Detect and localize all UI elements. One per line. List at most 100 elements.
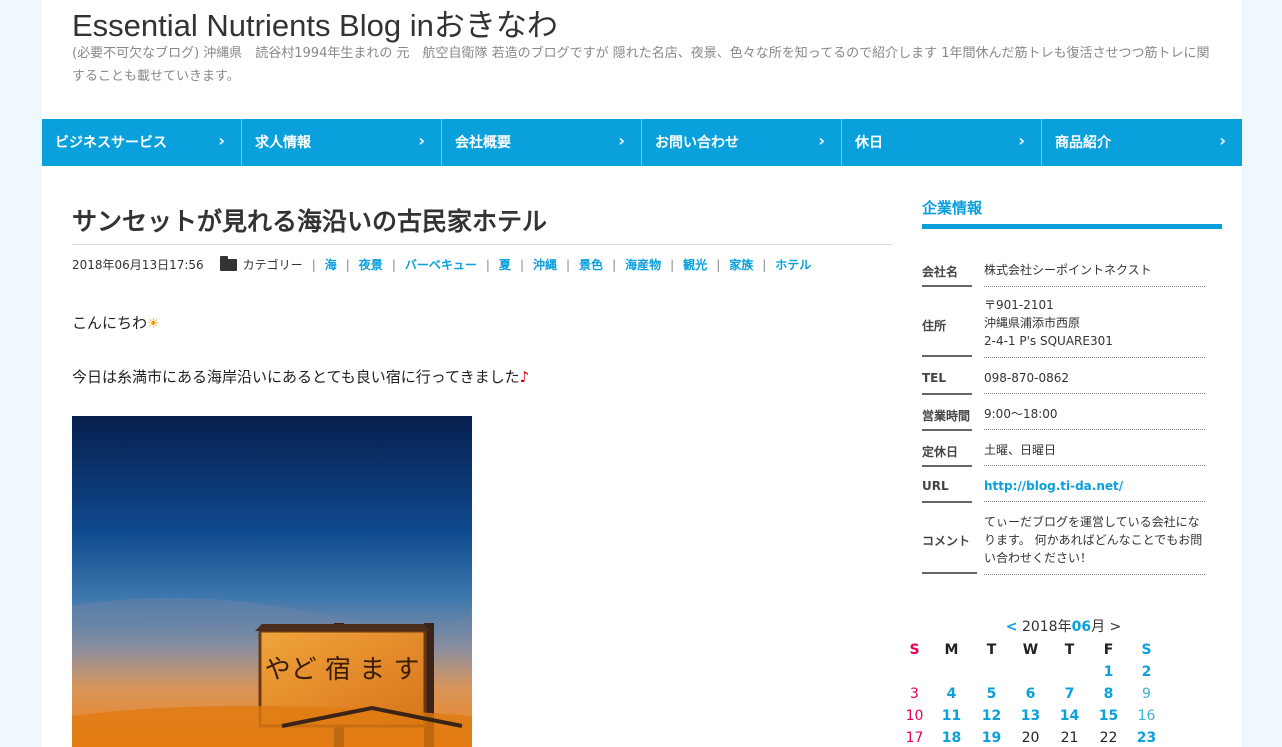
category-link[interactable]: ホテル	[775, 256, 811, 273]
nav-item-contact[interactable]: お問い合わせ ›	[642, 119, 842, 166]
calendar-day: 17	[905, 730, 924, 746]
calendar-day-link[interactable]: 15	[1089, 708, 1128, 724]
calendar-day-link[interactable]: 19	[972, 730, 1011, 746]
info-value: 098-870-0862	[984, 369, 1205, 394]
calendar-day-link[interactable]: 2	[1127, 664, 1166, 680]
calendar-day: 10	[905, 708, 924, 724]
category-link[interactable]: 海	[325, 256, 337, 273]
calendar-day-link[interactable]: 13	[1011, 708, 1050, 724]
info-label: TEL	[922, 371, 972, 395]
info-value: 〒901-2101 沖縄県浦添市西原 2-4-1 P's SQUARE301	[984, 296, 1205, 358]
category-label: カテゴリー	[242, 258, 303, 272]
sunset-hotel-image: やど 宿 ま す	[72, 416, 472, 747]
calendar-header: < 2018年06月 >	[922, 616, 1205, 636]
calendar-day-link[interactable]: 1	[1089, 664, 1128, 680]
chevron-right-icon: ›	[218, 131, 225, 150]
calendar-day-link[interactable]: 4	[932, 686, 971, 702]
calendar-day-link[interactable]: 6	[1011, 686, 1050, 702]
nav-item-label: 休日	[855, 135, 883, 151]
separator: |	[485, 257, 490, 272]
separator: |	[716, 257, 721, 272]
calendar-next-button[interactable]: >	[1110, 619, 1122, 635]
nav-item-label: 求人情報	[255, 135, 311, 151]
category-link[interactable]: 夜景	[359, 256, 383, 273]
calendar-day: 9	[1142, 686, 1151, 702]
info-value: てぃーだブログを運営している会社になります。 何かあればどんなことでもお問い合わ…	[984, 513, 1205, 575]
calendar-month-suffix: 月	[1091, 619, 1106, 635]
photo-sign-text: やど 宿 ま す	[265, 655, 420, 685]
paragraph-text: こんにちわ	[72, 314, 148, 332]
category-link[interactable]: 夏	[499, 256, 511, 273]
chevron-right-icon: ›	[418, 131, 425, 150]
separator: |	[391, 257, 396, 272]
category-link[interactable]: 沖縄	[533, 256, 557, 273]
calendar-month: 06	[1071, 619, 1092, 635]
calendar-weekday: S	[909, 642, 920, 658]
separator: |	[762, 257, 767, 272]
calendar-prev-button[interactable]: <	[1006, 619, 1018, 635]
post-paragraph: 今日は糸満市にある海岸沿いにあるとても良い宿に行ってきました♪	[72, 366, 529, 387]
url-link[interactable]: http://blog.ti-da.net/	[984, 477, 1205, 502]
folder-icon	[219, 255, 237, 271]
category-link[interactable]: バーベキュー	[405, 256, 477, 273]
calendar-day-link[interactable]: 18	[932, 730, 971, 746]
calendar-day-link[interactable]: 12	[972, 708, 1011, 724]
music-note-icon: ♪	[519, 368, 530, 386]
separator: |	[311, 257, 316, 272]
calendar-day: 20	[1021, 730, 1040, 746]
nav-item-jobs[interactable]: 求人情報 ›	[242, 119, 442, 166]
title-divider	[72, 244, 892, 245]
info-label: URL	[922, 479, 972, 503]
nav-item-products[interactable]: 商品紹介 ›	[1042, 119, 1242, 166]
nav-item-label: 商品紹介	[1055, 135, 1111, 151]
calendar-day-link[interactable]: 5	[972, 686, 1011, 702]
calendar-day: 16	[1137, 708, 1156, 724]
site-title[interactable]: Essential Nutrients Blog inおきなわ	[72, 0, 558, 45]
info-label: コメント	[922, 532, 977, 574]
calendar-weekday: W	[1022, 642, 1039, 658]
separator: |	[345, 257, 350, 272]
calendar-day: 22	[1099, 730, 1118, 746]
calendar-day-link[interactable]: 14	[1050, 708, 1089, 724]
calendar-weekday: S	[1141, 642, 1152, 658]
category-link[interactable]: 観光	[683, 256, 707, 273]
info-label: 会社名	[922, 263, 972, 287]
nav-item-label: お問い合わせ	[655, 135, 739, 151]
sun-icon: ☀	[147, 316, 160, 332]
sidebar-title: 企業情報	[922, 199, 983, 217]
calendar-year: 2018年	[1021, 619, 1072, 635]
category-link[interactable]: 景色	[579, 256, 603, 273]
chevron-right-icon: ›	[618, 131, 625, 150]
separator: |	[670, 257, 675, 272]
info-label: 住所	[922, 317, 972, 357]
info-value: 株式会社シーポイントネクスト	[984, 261, 1205, 287]
calendar-day-link[interactable]: 8	[1089, 686, 1128, 702]
calendar-day-link[interactable]: 23	[1127, 730, 1166, 746]
post-title[interactable]: サンセットが見れる海沿いの古民家ホテル	[72, 202, 547, 238]
nav-item-holiday[interactable]: 休日 ›	[842, 119, 1042, 166]
page-container: Essential Nutrients Blog inおきなわ (必要不可欠なブ…	[42, 0, 1242, 747]
chevron-right-icon: ›	[818, 131, 825, 150]
paragraph-text: 今日は糸満市にある海岸沿いにあるとても良い宿に行ってきました	[72, 368, 520, 386]
calendar-day-link[interactable]: 7	[1050, 686, 1089, 702]
category-link[interactable]: 家族	[729, 256, 753, 273]
info-label: 営業時間	[922, 407, 972, 431]
nav-item-label: 会社概要	[455, 135, 511, 151]
calendar-day: 3	[910, 686, 919, 702]
separator: |	[566, 257, 571, 272]
calendar-weekday: M	[944, 642, 959, 658]
separator: |	[519, 257, 524, 272]
nav-item-company[interactable]: 会社概要 ›	[442, 119, 642, 166]
category-link[interactable]: 海産物	[625, 256, 661, 273]
info-label: 定休日	[922, 443, 972, 467]
calendar-weekday: T	[1064, 642, 1075, 658]
sidebar-title-bar	[922, 224, 1222, 229]
post-photo[interactable]: やど 宿 ま す	[72, 416, 472, 747]
post-meta: 2018年06月13日17:56 カテゴリー | 海 | 夜景 | バーベキュー…	[72, 255, 811, 273]
calendar-day-link[interactable]: 11	[932, 708, 971, 724]
calendar-weekday: F	[1103, 642, 1114, 658]
nav-item-label: ビジネスサービス	[55, 135, 167, 151]
info-value: 土曜、日曜日	[984, 441, 1205, 466]
global-nav: ビジネスサービス › 求人情報 › 会社概要 › お問い合わせ › 休日 › 商…	[42, 119, 1242, 166]
nav-item-business-services[interactable]: ビジネスサービス ›	[42, 119, 242, 166]
